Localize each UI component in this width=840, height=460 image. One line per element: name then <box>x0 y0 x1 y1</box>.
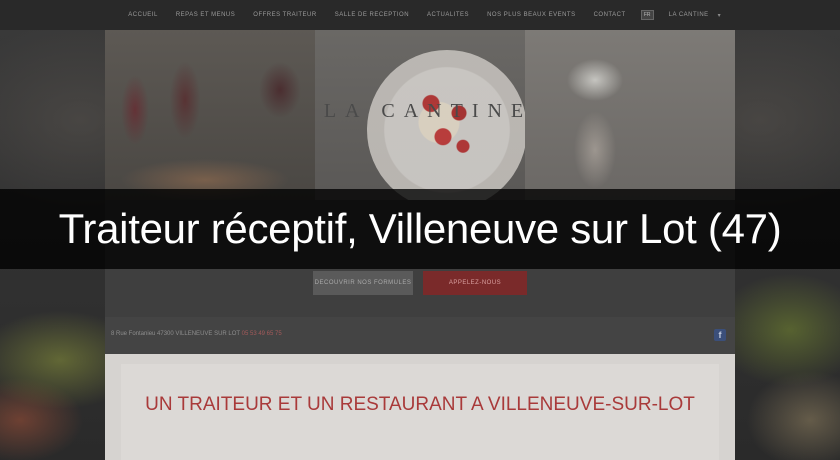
facebook-icon[interactable]: f <box>714 329 726 341</box>
nav-item-contact[interactable]: Contact <box>585 12 635 18</box>
caption-title: Traiteur réceptif, Villeneuve sur Lot (4… <box>58 205 782 252</box>
nav-item-salle[interactable]: Salle de reception <box>326 12 418 18</box>
nav-item-accueil[interactable]: Accueil <box>119 12 167 18</box>
phone-link[interactable]: 05 53 49 65 75 <box>242 331 282 337</box>
call-button[interactable]: Appelez-nous <box>423 271 527 295</box>
language-selector[interactable]: FR <box>635 10 660 20</box>
flag-icon: FR <box>640 10 654 20</box>
caption-overlay: Traiteur réceptif, Villeneuve sur Lot (4… <box>0 189 840 269</box>
brand-logo: LA CANTINE <box>323 100 533 122</box>
content-section: UN TRAITEUR ET UN RESTAURANT A VILLENEUV… <box>105 354 735 460</box>
hero-banner: LA CANTINE Decouvrir nos formules Appele… <box>105 30 735 317</box>
nav-item-events[interactable]: Nos plus beaux events <box>478 12 585 18</box>
nav-item-offres[interactable]: Offres traiteur <box>244 12 325 18</box>
page-heading: UN TRAITEUR ET UN RESTAURANT A VILLENEUV… <box>145 394 695 415</box>
address-line: 8 Rue Fontanieu 47300 VILLENEUVE SUR LOT <box>111 331 240 337</box>
top-navigation: Accueil Repas et menus Offres traiteur S… <box>0 0 840 30</box>
address-bar: 8 Rue Fontanieu 47300 VILLENEUVE SUR LOT… <box>105 317 735 355</box>
chevron-down-icon: ▾ <box>717 12 721 19</box>
address-text: 8 Rue Fontanieu 47300 VILLENEUVE SUR LOT… <box>111 331 282 337</box>
nav-item-repas[interactable]: Repas et menus <box>167 12 244 18</box>
nav-item-actualites[interactable]: Actualites <box>418 12 478 18</box>
formules-button[interactable]: Decouvrir nos formules <box>313 271 413 295</box>
nav-item-la-cantine[interactable]: La cantine <box>660 12 718 18</box>
